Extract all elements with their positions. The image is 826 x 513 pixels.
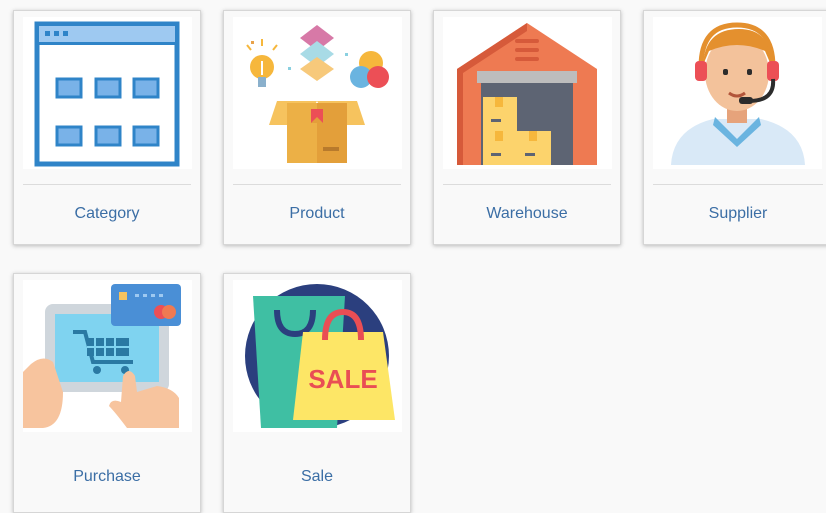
card-divider [653,184,823,185]
purchase-tablet-cart-icon [23,280,192,432]
warehouse-label: Warehouse [486,205,568,222]
purchase-card[interactable]: Purchase [13,273,201,513]
product-card[interactable]: Product [223,10,411,245]
purchase-label: Purchase [73,468,141,485]
card-divider [23,184,191,185]
supplier-label: Supplier [708,205,768,222]
card-divider [233,184,401,185]
sale-bags-icon: SALE [233,280,402,432]
supplier-card[interactable]: Supplier [643,10,826,245]
sale-label: Sale [300,468,334,485]
product-box-icon [233,17,402,169]
category-label: Category [74,205,140,222]
warehouse-icon [443,17,612,169]
warehouse-card[interactable]: Warehouse [433,10,621,245]
card-divider [443,184,611,185]
category-window-icon [23,17,192,169]
product-label: Product [289,205,345,222]
sale-card[interactable]: SALE Sale [223,273,411,513]
svg-text:SALE: SALE [308,364,377,394]
supplier-agent-icon [653,17,822,169]
category-card[interactable]: Category [13,10,201,245]
